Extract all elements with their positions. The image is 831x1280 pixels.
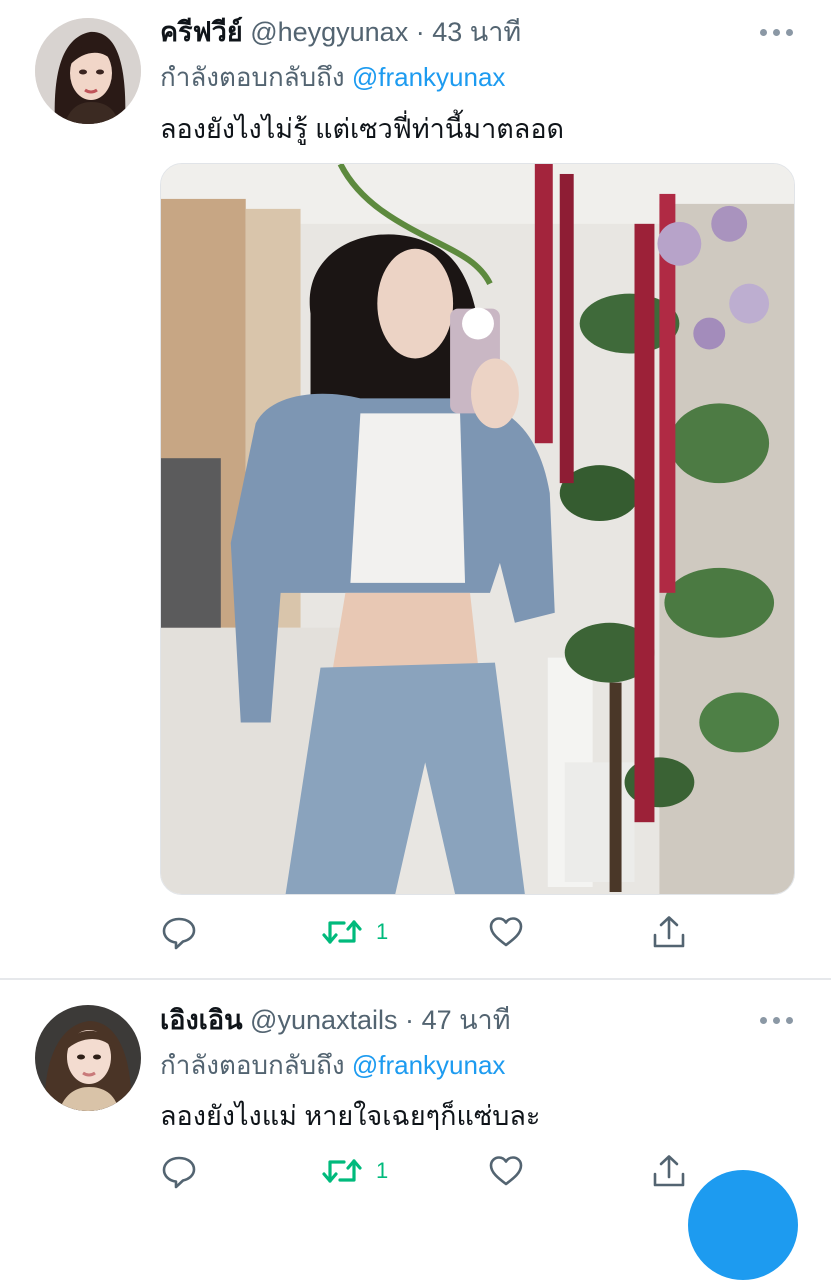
share-icon bbox=[653, 1155, 685, 1187]
avatar-image bbox=[35, 18, 141, 124]
display-name[interactable]: ครีฟวีย์ bbox=[160, 17, 243, 47]
retweet-icon bbox=[322, 920, 362, 944]
heart-icon bbox=[489, 917, 523, 947]
user-handle[interactable]: @heygyunax bbox=[250, 17, 408, 47]
like-button[interactable] bbox=[488, 912, 524, 952]
more-icon[interactable] bbox=[760, 1015, 794, 1025]
share-button[interactable] bbox=[651, 912, 687, 952]
tweet-divider bbox=[0, 978, 831, 980]
reply-context: กำลังตอบกลับถึง @frankyunax bbox=[160, 1048, 505, 1082]
tweet-header: ครีฟวีย์ @heygyunax · 43 นาที bbox=[160, 15, 521, 49]
display-name[interactable]: เอิงเอิน bbox=[160, 1005, 243, 1035]
header-separator: · bbox=[415, 17, 425, 47]
header-separator: · bbox=[405, 1005, 415, 1035]
like-button[interactable] bbox=[488, 1151, 524, 1191]
retweet-icon bbox=[322, 1159, 362, 1183]
tweet-header: เอิงเอิน @yunaxtails · 47 นาที bbox=[160, 1003, 511, 1037]
reply-context: กำลังตอบกลับถึง @frankyunax bbox=[160, 60, 505, 94]
avatar[interactable] bbox=[35, 1005, 141, 1111]
share-icon bbox=[653, 916, 685, 948]
retweet-count: 1 bbox=[376, 919, 389, 944]
heart-icon bbox=[489, 1156, 523, 1186]
compose-tweet-button[interactable] bbox=[688, 1170, 798, 1280]
reply-button[interactable] bbox=[161, 1151, 197, 1191]
more-icon[interactable] bbox=[760, 27, 794, 37]
reply-mention-link[interactable]: @frankyunax bbox=[352, 1050, 506, 1080]
share-button[interactable] bbox=[651, 1151, 687, 1191]
tweet-photo[interactable] bbox=[160, 163, 795, 895]
timestamp[interactable]: 43 นาที bbox=[432, 17, 521, 47]
reply-button[interactable] bbox=[161, 912, 197, 952]
user-handle[interactable]: @yunaxtails bbox=[250, 1005, 397, 1035]
reply-prefix: กำลังตอบกลับถึง bbox=[160, 62, 345, 92]
avatar[interactable] bbox=[35, 18, 141, 124]
tweet[interactable]: เอิงเอิน @yunaxtails · 47 นาที กำลังตอบก… bbox=[0, 981, 831, 1200]
reply-icon bbox=[162, 1156, 196, 1189]
photo-image bbox=[161, 164, 794, 894]
reply-icon bbox=[162, 917, 196, 950]
retweet-button[interactable]: 1 bbox=[322, 1151, 388, 1191]
retweet-button[interactable]: 1 bbox=[322, 912, 388, 952]
reply-prefix: กำลังตอบกลับถึง bbox=[160, 1050, 345, 1080]
reply-mention-link[interactable]: @frankyunax bbox=[352, 62, 506, 92]
tweet[interactable]: ครีฟวีย์ @heygyunax · 43 นาที กำลังตอบกล… bbox=[0, 0, 831, 980]
retweet-count: 1 bbox=[376, 1158, 389, 1183]
tweet-text: ลองยังไงไม่รู้ แต่เซวฟี่ท่านี้มาตลอด bbox=[160, 114, 565, 144]
avatar-image bbox=[35, 1005, 141, 1111]
tweet-text: ลองยังไงแม่ หายใจเฉยๆก็แซ่บละ bbox=[160, 1101, 541, 1131]
timestamp[interactable]: 47 นาที bbox=[422, 1005, 511, 1035]
